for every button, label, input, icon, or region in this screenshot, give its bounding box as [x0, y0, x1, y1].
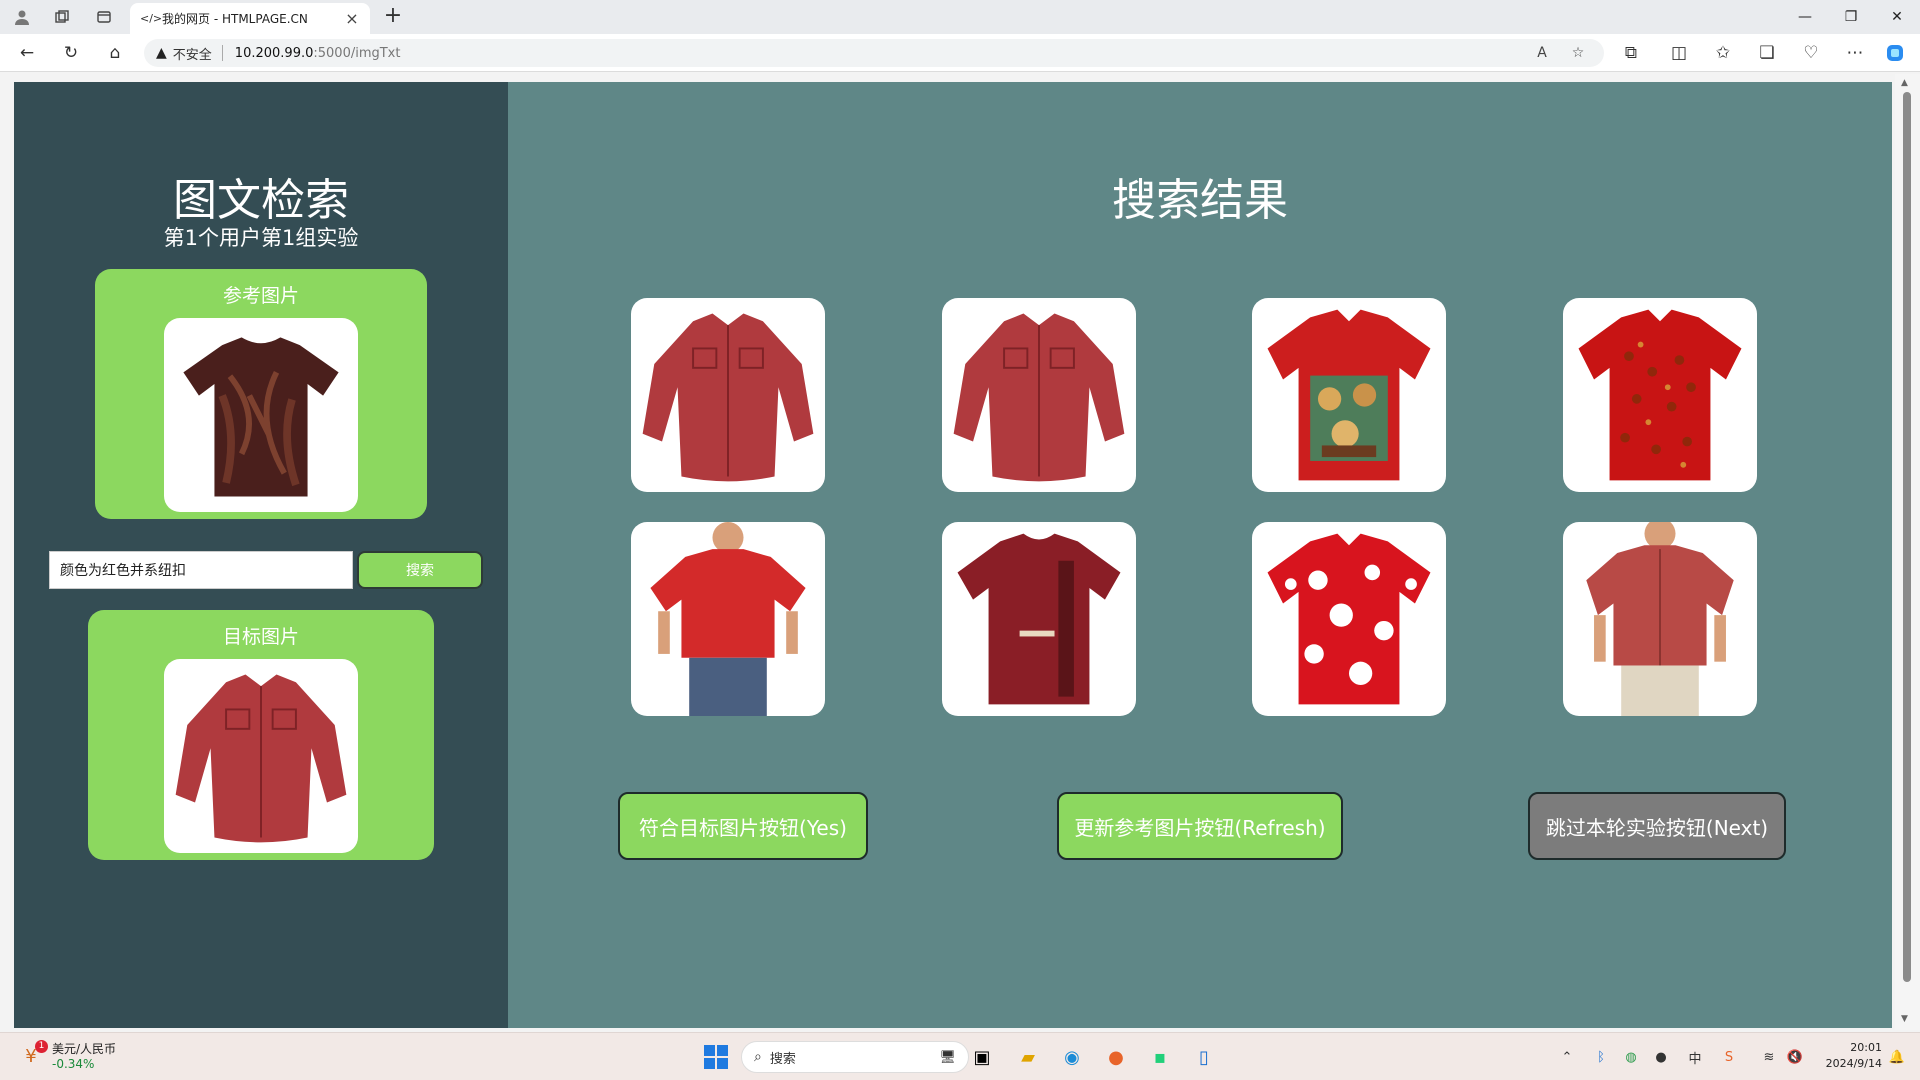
restore-button[interactable]: ❐ [1828, 0, 1874, 34]
address-separator [221, 45, 223, 61]
pycharm-icon[interactable]: ▪ [1144, 1041, 1176, 1073]
bluetooth-icon[interactable]: ᛒ [1590, 1043, 1612, 1071]
close-window-button[interactable]: ✕ [1874, 0, 1920, 34]
favorites-icon[interactable]: ✩ [1708, 40, 1738, 66]
target-image [164, 659, 358, 853]
reference-image [164, 318, 358, 512]
firefox-icon[interactable]: ● [1100, 1041, 1132, 1073]
sogou-icon[interactable]: S [1718, 1043, 1740, 1071]
search-input[interactable] [49, 551, 353, 589]
clock-time: 20:01 [1850, 1041, 1882, 1054]
results-title: 搜索结果 [1112, 175, 1288, 226]
taskbar-search-label: 搜索 [769, 1051, 796, 1067]
profile-icon[interactable] [6, 4, 38, 30]
result-image-1[interactable] [631, 298, 825, 492]
browser-tab-strip: </> 我的网页 - HTMLPAGE.CN × + — ❐ ✕ [0, 0, 1920, 34]
page-scrollbar[interactable]: ▲ ▼ [1895, 74, 1920, 1030]
address-bar[interactable]: ▲ 不安全 10.200.99.0 :5000/imgTxt A ☆ [144, 39, 1604, 67]
search-button[interactable]: 搜索 [357, 551, 483, 589]
split-screen-icon[interactable]: ◫ [1664, 40, 1694, 66]
taskbar-search[interactable]: ⌕ 搜索 🖥 [741, 1041, 969, 1073]
url-path: :5000/imgTxt [313, 45, 401, 61]
currency-widget[interactable]: ¥1 美元/人民币 -0.34% [18, 1039, 116, 1075]
qq-icon[interactable]: ● [1650, 1043, 1672, 1071]
tab-close-icon[interactable]: × [344, 9, 360, 28]
edge-browser-icon[interactable]: ◉ [1056, 1041, 1088, 1073]
favorite-star-icon[interactable]: ☆ [1564, 39, 1592, 67]
currency-widget-icon: ¥1 [18, 1040, 48, 1070]
read-aloud-icon[interactable]: A [1528, 39, 1556, 67]
more-menu-icon[interactable]: ⋯ [1840, 40, 1870, 66]
scrollbar-thumb[interactable] [1903, 92, 1911, 982]
search-highlight-icon: 🖥 [939, 1049, 956, 1065]
minimize-button[interactable]: — [1782, 0, 1828, 34]
security-label: 不安全 [172, 47, 212, 63]
scroll-down-icon[interactable]: ▼ [1901, 1014, 1908, 1024]
page-title: 图文检索 [173, 175, 349, 226]
new-tab-button[interactable]: + [380, 4, 406, 30]
home-icon[interactable]: ⌂ [100, 40, 130, 66]
wifi-icon[interactable]: ≋ [1758, 1043, 1780, 1071]
result-image-8[interactable] [1563, 522, 1757, 716]
workspaces-icon[interactable] [46, 4, 78, 30]
tab-actions-icon[interactable] [88, 4, 120, 30]
result-image-6[interactable] [942, 522, 1136, 716]
reference-image-label: 参考图片 [222, 285, 299, 307]
security-tray-icon[interactable]: ◍ [1620, 1043, 1642, 1071]
ime-indicator[interactable]: 中 [1684, 1043, 1706, 1071]
search-icon: ⌕ [754, 1049, 762, 1065]
page-viewport: 图文检索 第1个用户第1组实验 参考图片 搜索 目标图片 [14, 82, 1892, 1028]
volume-muted-icon[interactable]: 🔇 [1784, 1043, 1806, 1071]
extensions-icon[interactable]: ⧉ [1616, 40, 1646, 66]
widget-badge: 1 [35, 1040, 48, 1053]
target-image-label: 目标图片 [222, 626, 299, 648]
next-button[interactable]: 跳过本轮实验按钮(Next) [1528, 792, 1786, 860]
clock-date: 2024/9/14 [1825, 1057, 1882, 1070]
taskbar-clock[interactable]: 20:01 2024/9/14 [1812, 1040, 1882, 1072]
scroll-up-icon[interactable]: ▲ [1901, 78, 1908, 88]
back-icon[interactable]: ← [12, 40, 42, 66]
phone-link-icon[interactable]: ▯ [1188, 1041, 1220, 1073]
browser-toolbar: ← ↻ ⌂ ▲ 不安全 10.200.99.0 :5000/imgTxt A ☆… [0, 34, 1920, 72]
file-explorer-icon[interactable]: ▰ [1012, 1041, 1044, 1073]
target-image-card: 目标图片 [88, 610, 434, 860]
tab-title: 我的网页 - HTMLPAGE.CN [162, 12, 308, 26]
start-button-icon[interactable] [704, 1045, 728, 1069]
result-image-3[interactable] [1252, 298, 1446, 492]
experiment-subtitle: 第1个用户第1组实验 [163, 226, 359, 250]
widget-title: 美元/人民币 [52, 1042, 117, 1056]
browser-essentials-icon[interactable]: ♡ [1796, 40, 1826, 66]
warning-icon: ▲ [156, 45, 167, 61]
reload-icon[interactable]: ↻ [56, 40, 86, 66]
windows-taskbar: ¥1 美元/人民币 -0.34% ⌕ 搜索 🖥 ▣ ▰ ◉ ● ▪ ▯ ⌃ ᛒ … [0, 1032, 1920, 1080]
task-view-icon[interactable]: ▣ [966, 1041, 998, 1073]
query-panel: 图文检索 第1个用户第1组实验 参考图片 搜索 目标图片 [14, 82, 508, 1028]
url-host: 10.200.99.0 [234, 45, 314, 61]
notification-bell-icon[interactable]: 🔔 [1886, 1043, 1908, 1071]
collections-icon[interactable]: ❏ [1752, 40, 1782, 66]
result-image-5[interactable] [631, 522, 825, 716]
refresh-button[interactable]: 更新参考图片按钮(Refresh) [1057, 792, 1343, 860]
tray-overflow-icon[interactable]: ⌃ [1556, 1043, 1578, 1071]
result-image-2[interactable] [942, 298, 1136, 492]
result-image-7[interactable] [1252, 522, 1446, 716]
result-image-4[interactable] [1563, 298, 1757, 492]
widget-value: -0.34% [52, 1057, 95, 1071]
reference-image-card: 参考图片 [95, 269, 427, 519]
page-favicon-icon: </> [140, 11, 163, 25]
yes-button[interactable]: 符合目标图片按钮(Yes) [618, 792, 868, 860]
copilot-icon[interactable] [1880, 40, 1910, 66]
tab-active[interactable]: </> 我的网页 - HTMLPAGE.CN × [130, 3, 370, 34]
